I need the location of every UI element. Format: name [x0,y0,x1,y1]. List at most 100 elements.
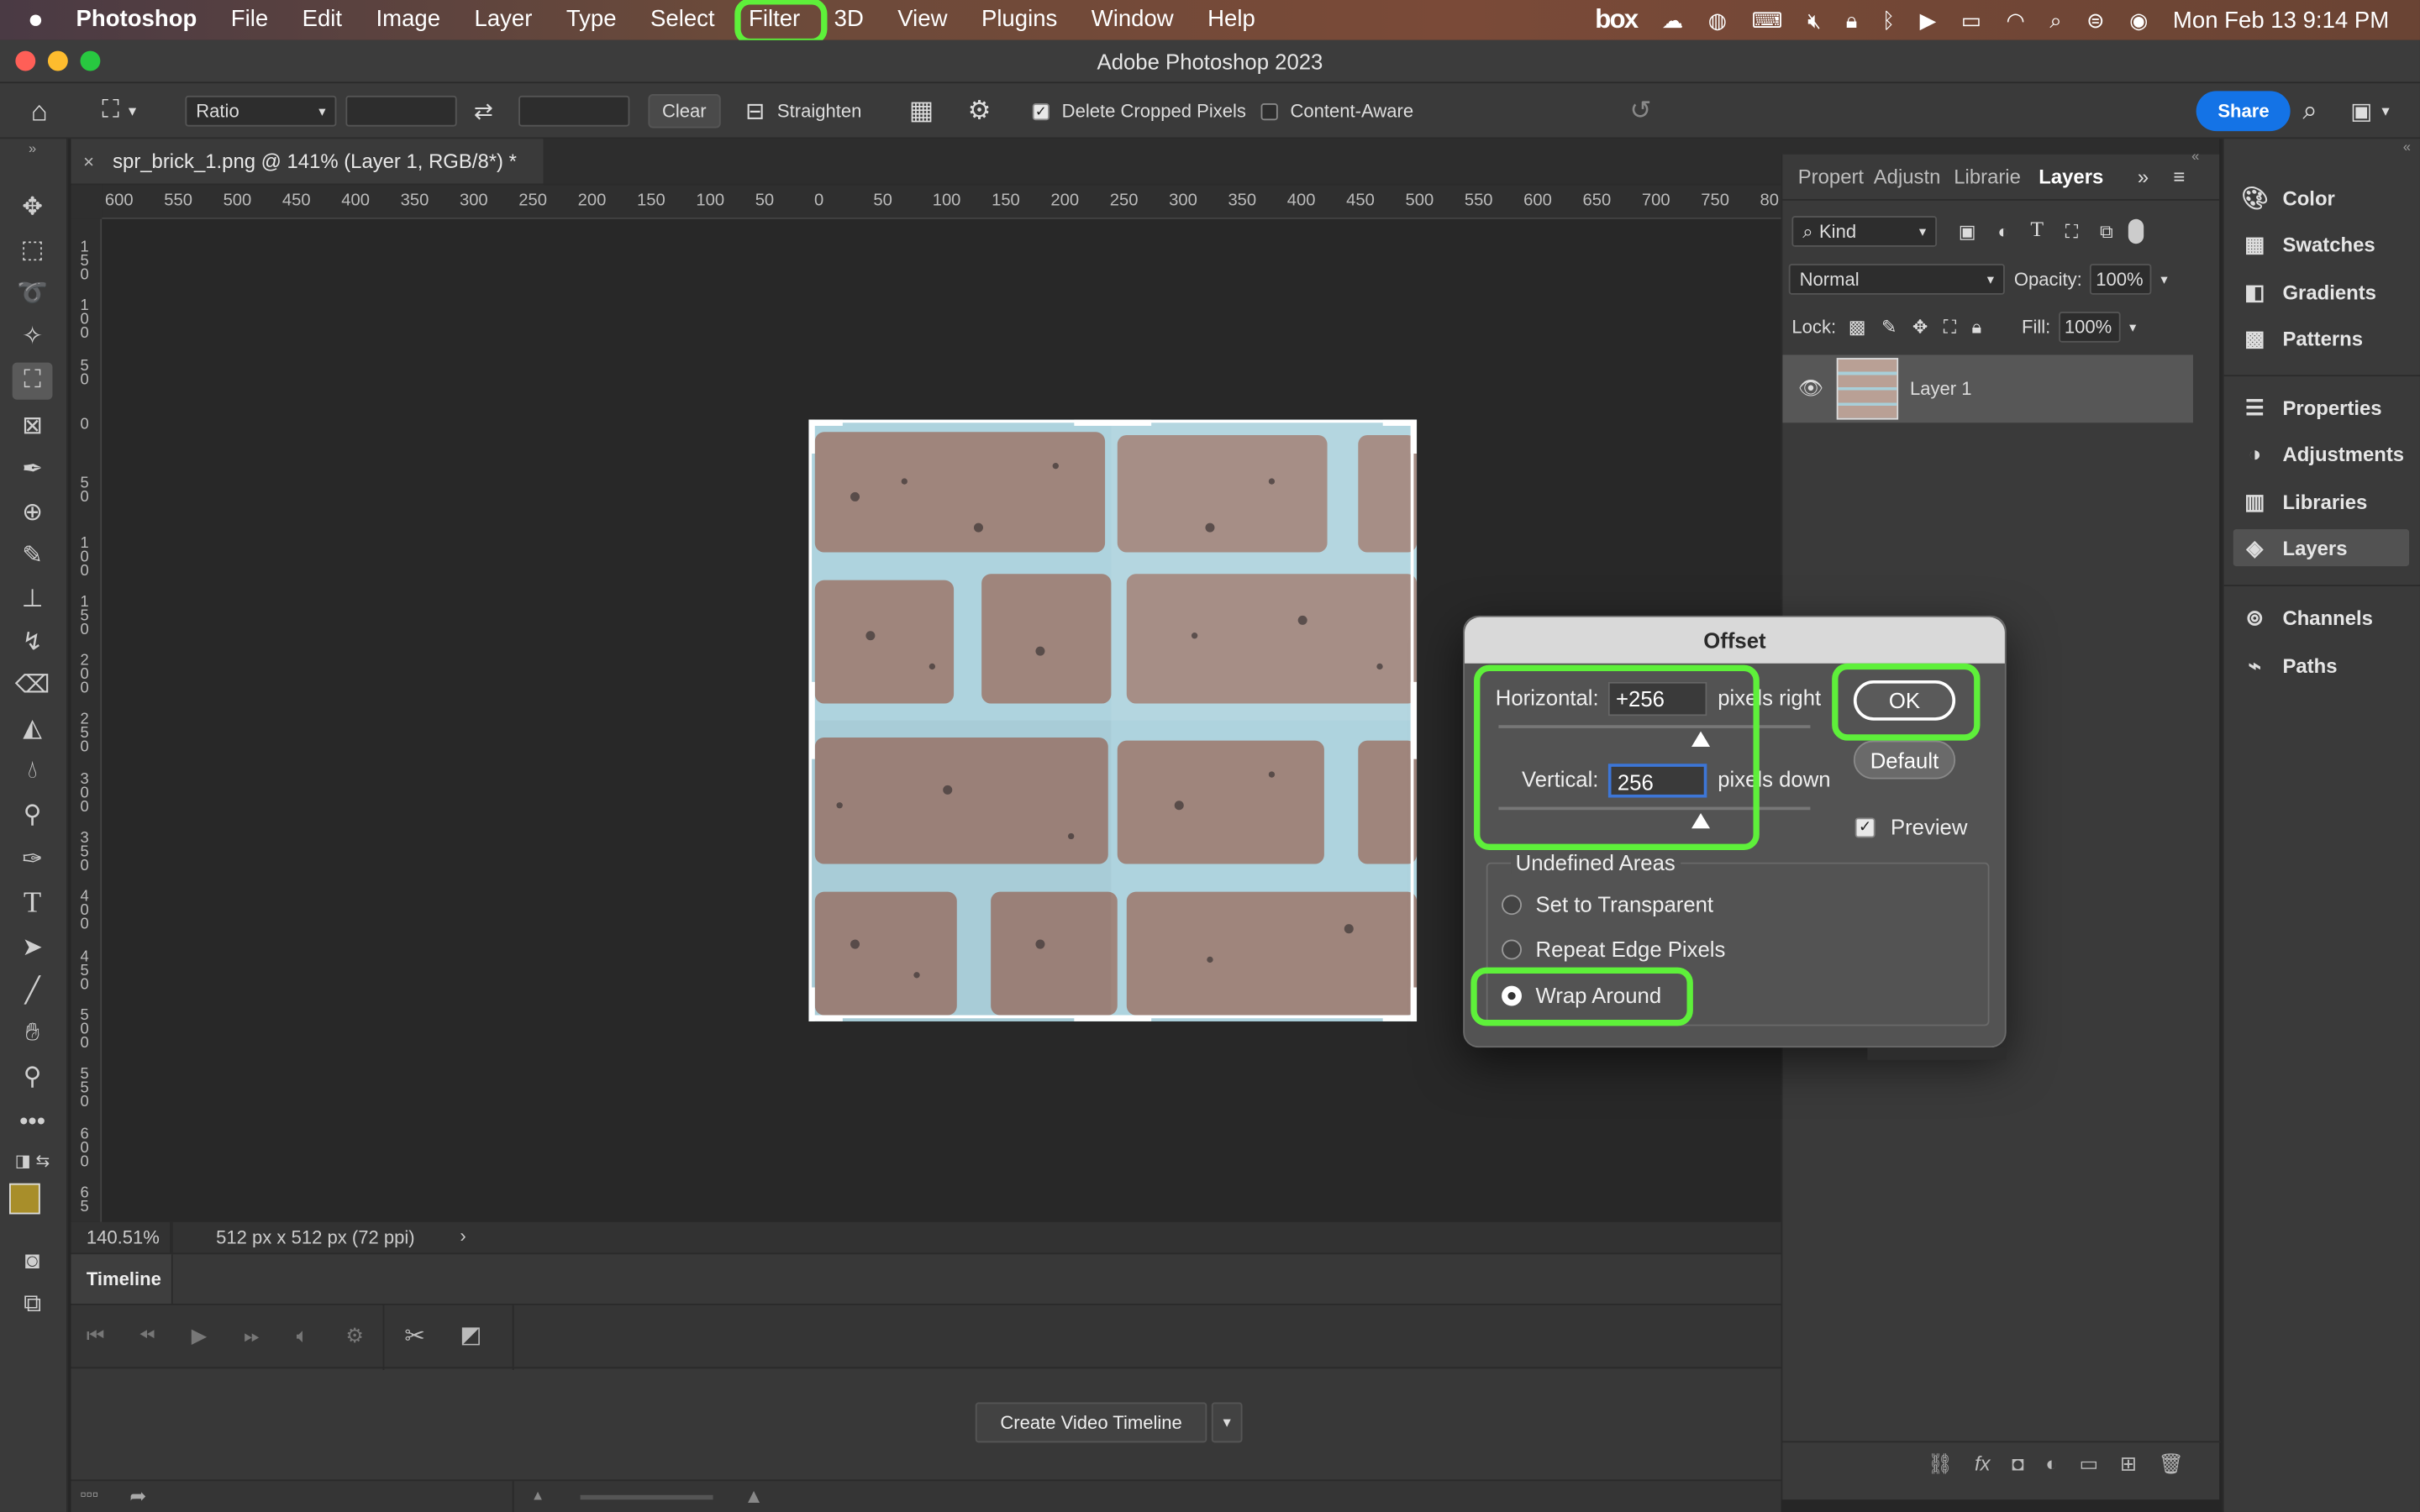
crop-handle-br-v[interactable] [1410,987,1418,1021]
globe-icon[interactable]: ◍ [1696,7,1739,33]
spotlight-search-icon[interactable]: ⌕ [2038,7,2075,33]
path-selection-tool-icon[interactable]: ➤ [13,929,53,966]
menu-window[interactable]: Window [1075,0,1191,40]
swap-icon[interactable]: ⇄ [474,83,493,139]
tab-adjustments[interactable]: Adjustn [1866,165,1947,189]
vertical-input[interactable]: 256 [1607,764,1707,798]
timeline-tab[interactable]: Timeline [71,1254,173,1305]
repeat-edge-pixels-label[interactable]: Repeat Edge Pixels [1536,937,1726,961]
dock-adjustments[interactable]: ◑ Adjustments [2233,435,2409,472]
filter-type-icon[interactable]: T [2030,219,2044,244]
workspace-icon[interactable]: ▣ ▾ [2350,83,2389,139]
crop-tool-icon[interactable]: ⛶ [12,362,53,400]
panel-expand-icon[interactable]: » [2138,165,2149,189]
filter-smart-object-icon[interactable]: ⧉ [2100,220,2113,244]
new-group-icon[interactable]: ▭ [2080,1451,2099,1475]
hand-tool-icon[interactable]: ✋︎ [13,1016,53,1053]
panel-menu-icon[interactable]: ≡ [2174,165,2186,189]
zoom-tool-icon[interactable]: ⚲ [13,1058,53,1095]
close-document-icon[interactable]: × [83,150,94,172]
control-center-icon[interactable]: ⊜ [2074,7,2117,33]
menu-image[interactable]: Image [359,0,457,40]
menu-select[interactable]: Select [634,0,732,40]
pen-tool-icon[interactable]: ✑ [13,841,53,878]
menu-file[interactable]: File [214,0,286,40]
fill-chevron-icon[interactable]: ▾ [2129,318,2136,335]
more-tools-icon[interactable]: ••• [13,1105,53,1142]
share-button[interactable]: Share [2196,91,2291,132]
eraser-tool-icon[interactable]: ⌫ [13,666,53,703]
battery-icon[interactable]: ▭ [1949,7,1994,33]
paint-bucket-tool-icon[interactable]: ◭ [13,710,53,747]
line-tool-icon[interactable]: ╱ [13,972,53,1009]
frame-animation-icon[interactable]: ▫▫▫ [81,1486,98,1504]
type-tool-icon[interactable]: T [13,885,53,922]
new-adjustment-icon[interactable]: ◐ [2045,1452,2057,1475]
crop-handle-left[interactable] [808,681,815,759]
default-button[interactable]: Default [1853,740,1956,780]
content-aware-checkbox[interactable]: Content-Aware [1260,83,1413,139]
collapse-panel-icon[interactable]: « [2191,148,2199,163]
collapse-dock-icon[interactable]: « [2403,139,2411,154]
status-chevron-icon[interactable]: › [460,1225,466,1247]
swap-colors-icon[interactable]: ◨ ⇆ [13,1148,53,1173]
crop-tool-preset-icon[interactable]: ⛶ ▾ [102,83,136,139]
wifi-icon[interactable]: ◠ [1994,7,2038,33]
settings-gear-icon[interactable]: ⚙ [968,83,992,139]
healing-brush-tool-icon[interactable]: ⊕ [13,494,53,531]
stamp-tool-icon[interactable]: ⊥ [13,580,53,617]
document-tab[interactable]: × spr_brick_1.png @ 141% (Layer 1, RGB/8… [71,139,544,186]
delete-cropped-pixels-checkbox[interactable]: ✓ Delete Cropped Pixels [1032,83,1246,139]
crop-handle-bottom[interactable] [1074,1015,1152,1021]
search-icon[interactable]: ⌕ [2302,83,2317,139]
menu-help[interactable]: Help [1191,0,1272,40]
marquee-tool-icon[interactable]: ⬚ [13,232,53,269]
lock-all-icon[interactable]: 🔒︎ [1971,316,1981,339]
vertical-slider-track[interactable] [1498,806,1811,811]
filter-pixel-icon[interactable]: ▣ [1959,221,1976,243]
ratio-width-input[interactable] [345,95,457,127]
play-icon[interactable]: ▶ [1907,7,1949,33]
menu-filter[interactable]: Filter [732,0,818,40]
zoom-in-mountain-icon[interactable]: ▲ [744,1484,764,1508]
audio-icon[interactable]: 🔈︎ [297,1324,308,1348]
wrap-around-label[interactable]: Wrap Around [1536,983,1662,1007]
minimize-window-button[interactable] [47,50,68,71]
lasso-tool-icon[interactable]: ➰ [13,275,53,312]
dodge-tool-icon[interactable]: ⚲ [13,796,53,833]
blend-mode-select[interactable]: Normal ▾ [1788,264,2005,295]
menu-clock[interactable]: Mon Feb 13 9:14 PM [2160,7,2420,33]
frame-tool-icon[interactable]: ⊠ [13,407,53,444]
crop-handle-right[interactable] [1410,681,1418,759]
dock-channels[interactable]: ⊚ Channels [2233,599,2409,636]
menu-3d[interactable]: 3D [817,0,881,40]
layer-row[interactable]: 👁︎ Layer 1 [1782,354,2193,423]
transition-icon[interactable]: ◩ [460,1320,481,1348]
visibility-eye-icon[interactable]: 👁︎ [1798,376,1823,401]
crop-handle-top[interactable] [1074,419,1152,426]
keyboard-icon[interactable]: ⌨ [1739,7,1796,33]
dock-properties[interactable]: ☰ Properties [2233,389,2409,426]
layer-name[interactable]: Layer 1 [1910,378,1972,400]
horizontal-slider-track[interactable] [1498,725,1811,728]
menu-edit[interactable]: Edit [285,0,359,40]
lock-transparent-icon[interactable]: ▩ [1849,317,1866,339]
wrap-around-radio[interactable] [1502,985,1522,1006]
menu-app-name[interactable]: Photoshop [59,0,213,40]
create-video-timeline-button[interactable]: Create Video Timeline [975,1402,1207,1443]
link-layers-icon[interactable]: ⛓ [1928,1451,1953,1475]
opacity-chevron-icon[interactable]: ▾ [2160,270,2167,287]
menu-type[interactable]: Type [550,0,634,40]
history-brush-tool-icon[interactable]: ↯ [13,623,53,660]
add-mask-icon[interactable]: ◘ [2012,1452,2023,1475]
convert-icon[interactable]: ➦ [129,1484,146,1509]
clear-button[interactable]: Clear [648,94,721,129]
quick-mask-icon[interactable]: ◙ [13,1243,53,1280]
zoom-out-mountain-icon[interactable]: ▲ [531,1488,544,1503]
lock-artboard-icon[interactable]: ⛶ [1944,316,1956,339]
apple-menu-icon[interactable]: ● [0,0,59,40]
timeline-settings-icon[interactable]: ⚙ [345,1324,363,1348]
overlay-grid-icon[interactable]: ▦ [909,83,934,139]
first-frame-icon[interactable]: ⏮ [87,1324,104,1348]
timeline-zoom-slider[interactable] [580,1494,713,1500]
